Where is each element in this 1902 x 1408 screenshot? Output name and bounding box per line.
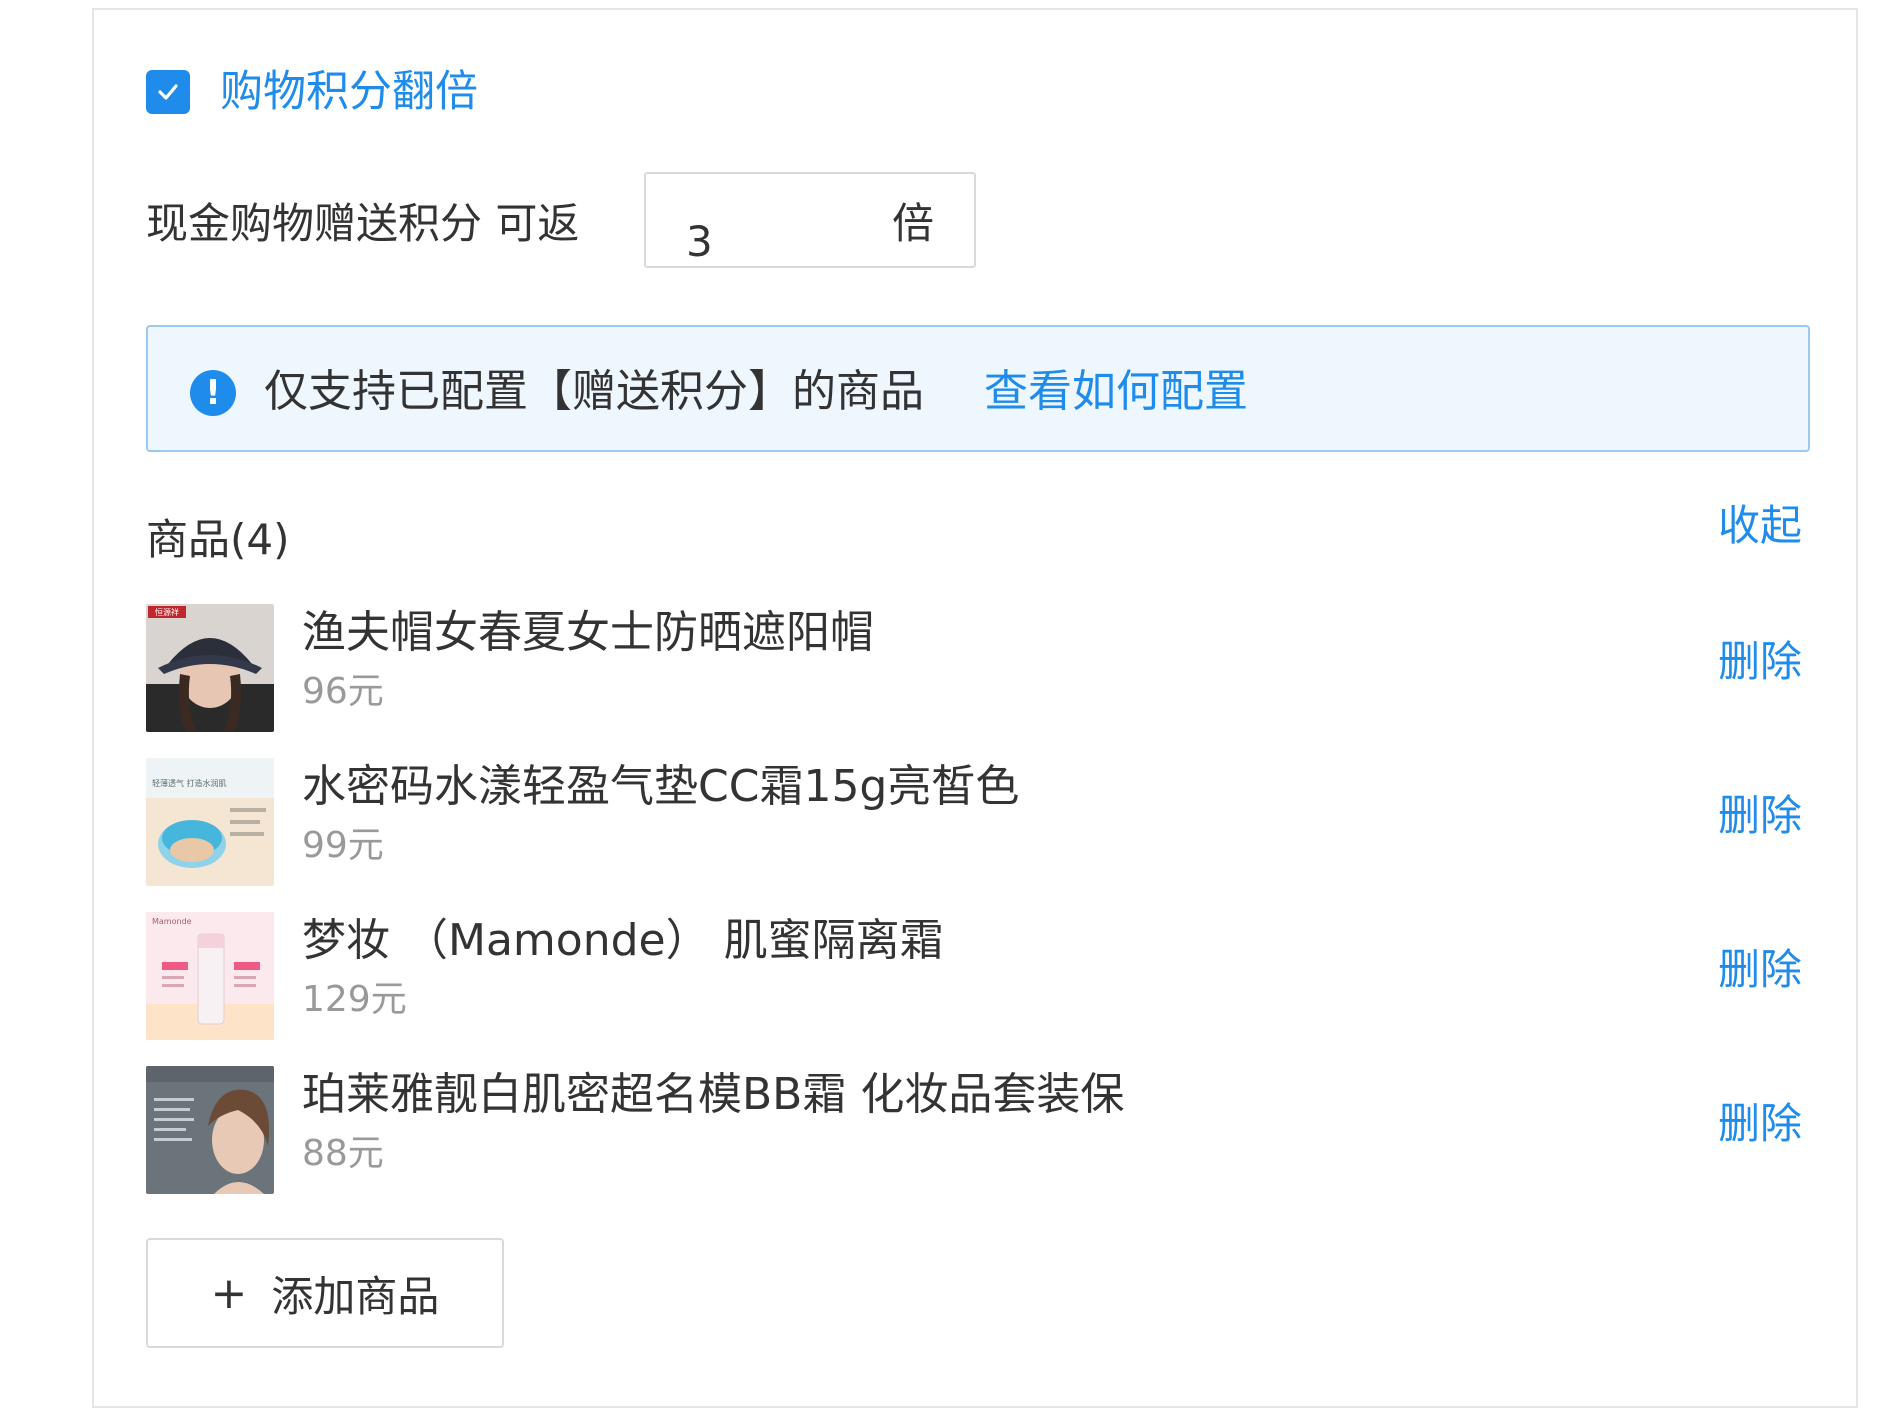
delete-product-button[interactable]: 删除 [1718, 634, 1802, 690]
how-to-configure-link[interactable]: 查看如何配置 [984, 362, 1248, 422]
thumb-badge-text: Mamonde [152, 917, 192, 926]
product-price: 96元 [302, 671, 384, 712]
delete-product-button[interactable]: 删除 [1718, 1096, 1802, 1152]
product-name[interactable]: 梦妆 （Mamonde） 肌蜜隔离霜 [302, 912, 944, 970]
add-product-label: 添加商品 [271, 1271, 440, 1321]
points-double-title[interactable]: 购物积分翻倍 [220, 62, 478, 122]
check-icon [158, 84, 178, 100]
product-price: 99元 [302, 825, 384, 866]
product-price: 129元 [302, 979, 407, 1020]
collapse-link[interactable]: 收起 [1718, 498, 1802, 554]
product-thumbnail: 恒源祥 [146, 604, 274, 732]
add-product-button[interactable]: + 添加商品 [146, 1238, 504, 1348]
points-double-checkbox[interactable] [146, 70, 190, 114]
notice-text: 仅支持已配置【赠送积分】的商品 [264, 366, 924, 417]
product-name[interactable]: 珀莱雅靓白肌密超名模BB霜 化妆品套装保 [302, 1066, 1124, 1124]
multiplier-unit: 倍 [892, 199, 935, 248]
plus-icon: + [210, 1267, 248, 1319]
multiplier-label: 现金购物赠送积分 可返 [146, 199, 580, 248]
info-exclamation-icon: ! [190, 370, 236, 416]
thumb-badge-text: 轻薄透气 打造水润肌 [152, 778, 227, 788]
multiplier-value[interactable]: 3 [686, 214, 713, 270]
products-header: 商品(4) [146, 515, 290, 564]
thumb-badge-text: 恒源祥 [155, 607, 179, 617]
product-name[interactable]: 渔夫帽女春夏女士防晒遮阳帽 [302, 604, 874, 662]
product-thumbnail: Mamonde [146, 912, 274, 1040]
delete-product-button[interactable]: 删除 [1718, 942, 1802, 998]
product-price: 88元 [302, 1133, 384, 1174]
delete-product-button[interactable]: 删除 [1718, 788, 1802, 844]
product-thumbnail: 轻薄透气 打造水润肌 [146, 758, 274, 886]
product-thumbnail [146, 1066, 274, 1194]
product-name[interactable]: 水密码水漾轻盈气垫CC霜15g亮皙色 [302, 758, 1019, 816]
